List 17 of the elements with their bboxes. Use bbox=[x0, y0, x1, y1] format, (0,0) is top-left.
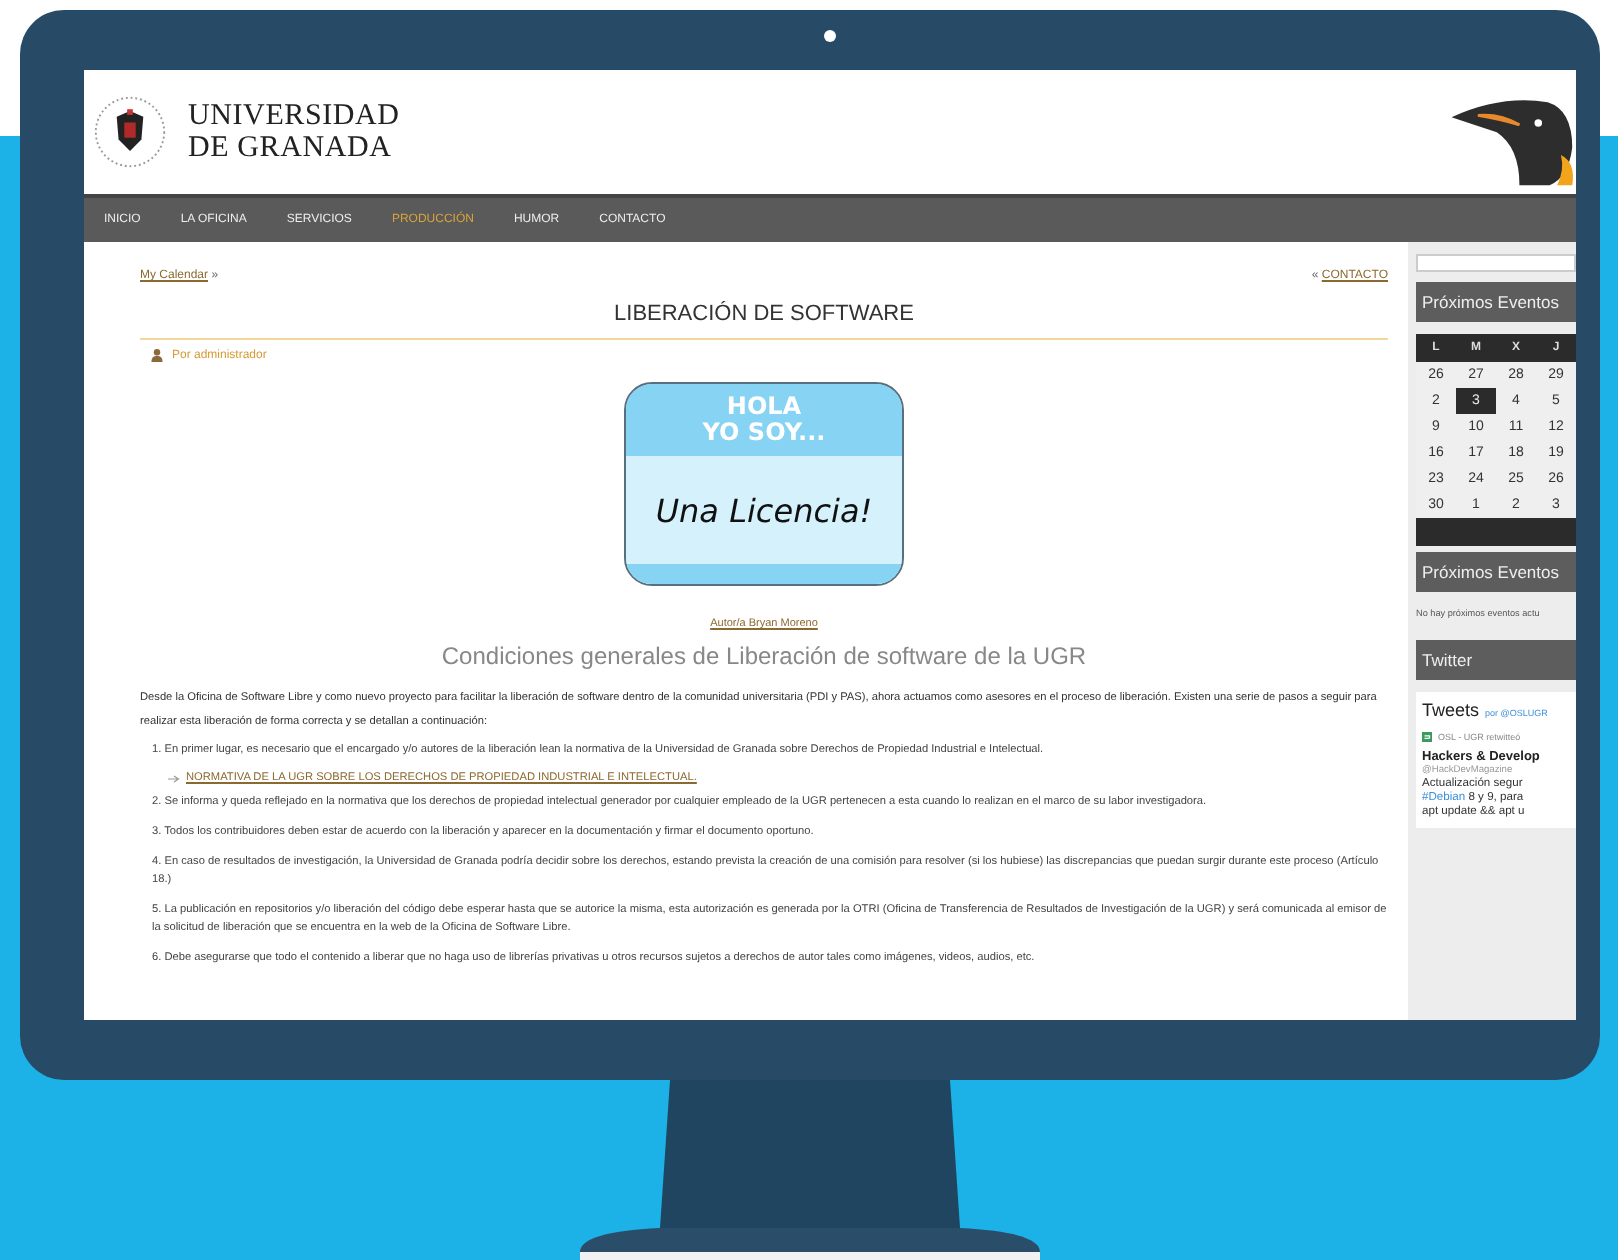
sticker-text: HOLA bbox=[726, 394, 802, 420]
widget-title: Próximos Eventos bbox=[1416, 282, 1576, 322]
widget-title: Próximos Eventos bbox=[1416, 552, 1576, 592]
tweets-title: Tweets bbox=[1422, 700, 1480, 720]
university-seal-icon bbox=[92, 94, 168, 170]
logo-text: UNIVERSIDAD bbox=[188, 100, 400, 132]
logo-text: DE GRANADA bbox=[188, 132, 394, 164]
section-heading: Condiciones generales de Liberación de software de la UGR bbox=[439, 642, 1089, 670]
post-title: LIBERACIÓN DE SOFTWARE bbox=[612, 302, 916, 326]
search-field[interactable] bbox=[1416, 254, 1576, 272]
sticker-text: YO SOY... bbox=[702, 420, 826, 446]
widget-title: Twitter bbox=[1416, 640, 1576, 680]
retweet-icon bbox=[1422, 732, 1432, 742]
sticker-handwriting: Una Licencia! bbox=[655, 491, 873, 529]
camera-dot bbox=[824, 30, 836, 42]
arrow-icon bbox=[168, 773, 180, 783]
user-icon bbox=[150, 348, 164, 362]
